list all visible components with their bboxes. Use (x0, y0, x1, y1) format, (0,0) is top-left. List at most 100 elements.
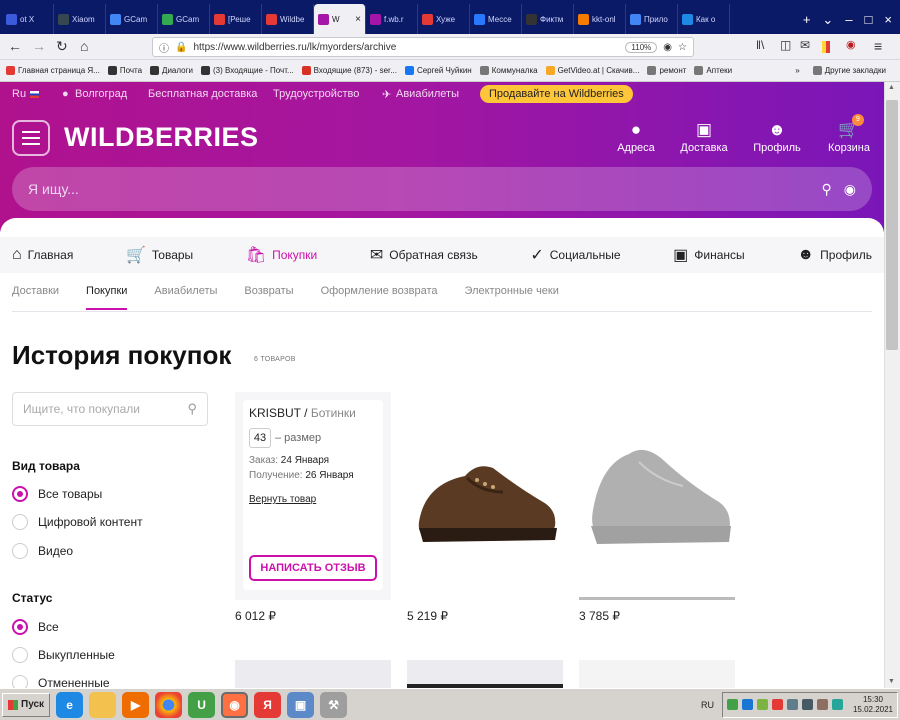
scrollbar-thumb[interactable] (886, 100, 898, 350)
radio-status-cancelled[interactable]: Отмененные (12, 675, 110, 688)
ublock-icon[interactable]: ◉ (846, 38, 856, 51)
address-bar[interactable]: ⓘ 🔒 https://www.wildberries.ru/lk/myorde… (152, 37, 694, 57)
free-delivery-link[interactable]: Бесплатная доставка (148, 88, 257, 100)
back-arrow-icon[interactable]: ← (8, 38, 22, 54)
maximize-icon[interactable]: □ (865, 12, 873, 28)
browser-tab[interactable]: Wildbe (262, 4, 314, 34)
pocket-icon[interactable]: ◉ (663, 42, 672, 53)
tray-app-icon[interactable] (756, 699, 768, 710)
browser-tab[interactable]: ot X (2, 4, 54, 34)
purchases-search-input[interactable]: Ищите, что покупали ⚲ (12, 392, 208, 426)
avia-link[interactable]: Авиабилеты (396, 88, 459, 100)
browser-tab[interactable]: f.wb.r (366, 4, 418, 34)
delivery-button[interactable]: ▣ Доставка (674, 118, 734, 154)
browser-tab[interactable]: GCam (106, 4, 158, 34)
star-icon[interactable]: ☆ (678, 42, 687, 53)
product-card-2[interactable] (407, 392, 563, 600)
clock[interactable]: 15:30 15.02.2021 (853, 695, 893, 715)
language-switch[interactable]: Ru (12, 88, 26, 100)
return-product-link[interactable]: Вернуть товар (249, 494, 377, 505)
main-nav-item[interactable]: ✓ Социальные (530, 245, 620, 265)
main-nav-item[interactable]: ▣ Финансы (673, 245, 745, 265)
browser-tab[interactable]: Прило (626, 4, 678, 34)
tray-app-icon[interactable] (831, 699, 843, 710)
cart-button[interactable]: 🛒 Корзина (819, 118, 879, 154)
radio-digital[interactable]: Цифровой контент (12, 514, 143, 530)
bookmark-item[interactable]: ремонт (647, 66, 686, 75)
profile-button[interactable]: ☻ Профиль (747, 118, 807, 154)
product-card-placeholder[interactable] (235, 660, 391, 688)
ie-icon[interactable]: e (56, 691, 84, 718)
reload-icon[interactable]: ↻ (56, 38, 68, 55)
radio-video[interactable]: Видео (12, 543, 73, 559)
tray-app-icon[interactable] (726, 699, 738, 710)
utorrent-icon[interactable]: U (188, 691, 216, 718)
sub-nav-tab[interactable]: Покупки (86, 285, 128, 310)
jobs-link[interactable]: Трудоустройство (273, 88, 359, 100)
bookmark-item[interactable]: Почта (107, 66, 142, 75)
new-tab-icon[interactable]: + (803, 12, 811, 28)
browser-tab[interactable]: Фиктм (522, 4, 574, 34)
chevron-right-icon[interactable]: » (795, 66, 799, 75)
explorer-folder-icon[interactable] (89, 691, 117, 718)
camera-icon[interactable]: ◉ (844, 181, 856, 198)
addresses-button[interactable]: ● Адреса (606, 118, 666, 154)
main-nav-item[interactable]: 🛍 Покупки (246, 245, 317, 265)
browser-tab[interactable]: Мессе (470, 4, 522, 34)
sidebar-icon[interactable]: ◫ (780, 38, 791, 52)
sub-nav-tab[interactable]: Доставки (12, 285, 59, 310)
radio-status-bought[interactable]: Выкупленные (12, 647, 115, 663)
write-review-button[interactable]: НАПИСАТЬ ОТЗЫВ (249, 555, 377, 581)
product-card-placeholder[interactable] (407, 660, 563, 688)
zoom-badge[interactable]: 110% (625, 41, 658, 53)
forward-arrow-icon[interactable]: → (32, 38, 46, 54)
tray-app-icon[interactable] (771, 699, 783, 710)
main-nav-item[interactable]: ☻ Профиль (797, 246, 872, 264)
info-icon[interactable]: ⓘ (159, 40, 169, 55)
bookmark-item[interactable]: GetVideo.at | Скачив... (545, 66, 639, 75)
bookmark-item[interactable]: Аптеки (694, 66, 732, 75)
chrome-icon[interactable] (155, 691, 183, 718)
browser-tab[interactable]: [Реше (210, 4, 262, 34)
product-card-placeholder[interactable] (579, 660, 735, 688)
volume-icon[interactable] (801, 699, 813, 710)
tray-app-icon[interactable] (816, 699, 828, 710)
city-link[interactable]: Волгоград (75, 88, 127, 100)
close-window-icon[interactable]: × (884, 12, 892, 28)
browser-tab[interactable]: W × (314, 4, 366, 34)
start-button[interactable]: Пуск (2, 692, 51, 717)
browser-tab[interactable]: Хуже (418, 4, 470, 34)
scroll-up-icon[interactable]: ▲ (888, 84, 895, 91)
yandex-browser-icon[interactable]: Я (254, 691, 282, 718)
bookmark-item[interactable]: (3) Входящие - Почт... (200, 66, 294, 75)
bookmark-item[interactable]: Входящие (873) - ser... (301, 66, 397, 75)
bookmark-item[interactable]: Сергей Чуйкин (404, 66, 472, 75)
menu-icon[interactable]: ≡ (874, 38, 882, 54)
media-player-icon[interactable]: ▶ (122, 691, 150, 718)
sub-nav-tab[interactable]: Оформление возврата (321, 285, 438, 310)
browser-tab[interactable]: Как о (678, 4, 730, 34)
tab-list-chevron-icon[interactable]: ⌄ (822, 12, 833, 28)
bookmark-item[interactable]: Диалоги (150, 66, 193, 75)
main-nav-item[interactable]: ⌂ Главная (12, 246, 73, 264)
sub-nav-tab[interactable]: Возвраты (244, 285, 293, 310)
main-nav-item[interactable]: 🛒 Товары (126, 245, 193, 265)
main-nav-item[interactable]: ✉ Обратная связь (370, 245, 478, 265)
close-tab-icon[interactable]: × (355, 14, 361, 25)
bookmark-item[interactable]: Коммуналка (479, 66, 538, 75)
mail-icon[interactable]: ✉ (800, 38, 810, 52)
radio-all-goods[interactable]: Все товары (12, 486, 102, 502)
minimize-icon[interactable]: – (845, 12, 852, 28)
search-icon[interactable]: ⚲ (822, 181, 832, 198)
flag-icon[interactable] (822, 41, 830, 53)
library-icon[interactable]: ‖\ (756, 38, 764, 52)
tray-app-icon[interactable] (741, 699, 753, 710)
home-icon[interactable]: ⌂ (80, 38, 88, 54)
radio-status-all[interactable]: Все (12, 619, 59, 635)
bookmark-item[interactable]: Главная страница Я... (6, 66, 100, 75)
product-card-3[interactable] (579, 392, 735, 600)
menu-burger-button[interactable] (12, 120, 50, 156)
browser-tab[interactable]: Xiaom (54, 4, 106, 34)
sub-nav-tab[interactable]: Авиабилеты (154, 285, 217, 310)
browser-tab[interactable]: GCam (158, 4, 210, 34)
